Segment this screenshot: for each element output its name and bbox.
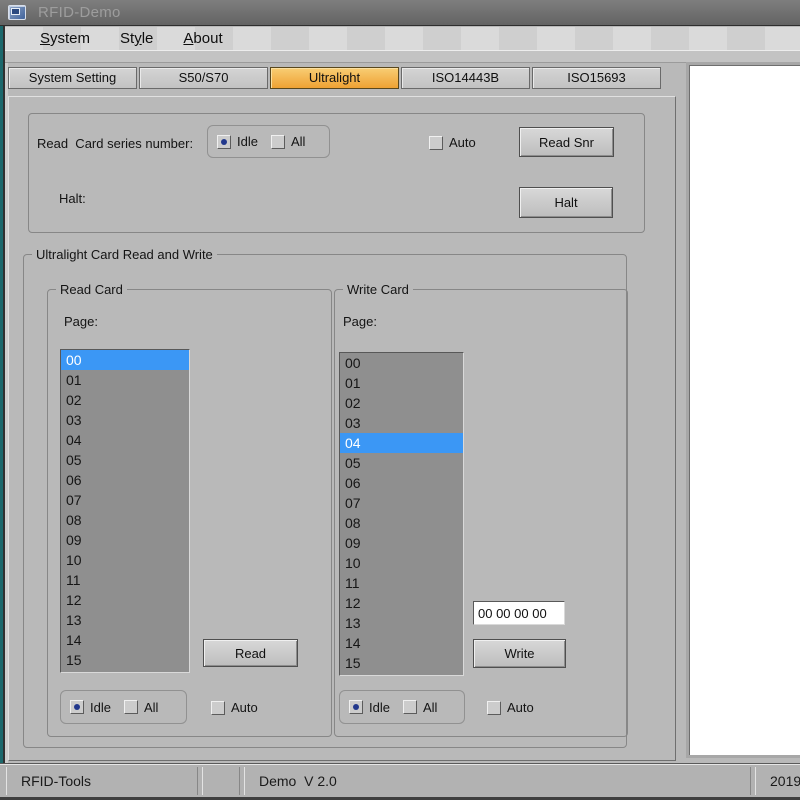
tab-iso15693[interactable]: ISO15693 bbox=[532, 67, 661, 89]
page-list-item[interactable]: 03 bbox=[61, 410, 189, 430]
read-idle-option[interactable]: Idle bbox=[70, 700, 111, 715]
page-list-item[interactable]: 08 bbox=[340, 513, 463, 533]
status-bar: RFID-Tools Demo V 2.0 2019 bbox=[0, 765, 800, 797]
tab-row: System Setting S50/S70 Ultralight ISO144… bbox=[8, 67, 661, 89]
auto-checkbox[interactable] bbox=[487, 700, 501, 715]
tab-iso14443b[interactable]: ISO14443B bbox=[401, 67, 530, 89]
page-list-item[interactable]: 04 bbox=[340, 433, 463, 453]
ultralight-tab-page: Read Card series number: Idle All Auto R… bbox=[8, 96, 676, 761]
menu-system[interactable]: System bbox=[40, 30, 90, 47]
page-list-item[interactable]: 06 bbox=[340, 473, 463, 493]
status-version: Demo V 2.0 bbox=[244, 767, 751, 795]
page-list-item[interactable]: 13 bbox=[340, 613, 463, 633]
page-list-item[interactable]: 12 bbox=[61, 590, 189, 610]
read-card-groupbox: Read Card Page: 00 01 02 03 04 05 06 07 08 09 10 11… bbox=[47, 282, 332, 737]
snr-mode-radio-group: Idle All bbox=[207, 125, 330, 158]
status-spacer bbox=[202, 767, 240, 795]
page-list-item[interactable]: 01 bbox=[340, 373, 463, 393]
page-list-item[interactable]: 05 bbox=[340, 453, 463, 473]
page-list-item[interactable]: 14 bbox=[61, 630, 189, 650]
write-card-title: Write Card bbox=[343, 282, 413, 297]
page-list-item[interactable]: 06 bbox=[61, 470, 189, 490]
write-card-groupbox: Write Card Page: 00 01 02 03 04 05 06 07 08 09 10 1… bbox=[334, 282, 628, 737]
read-auto-option[interactable]: Auto bbox=[211, 700, 258, 715]
page-list-item[interactable]: 07 bbox=[340, 493, 463, 513]
halt-label: Halt: bbox=[59, 191, 86, 206]
write-page-label: Page: bbox=[343, 314, 377, 329]
read-snr-button[interactable]: Read Snr bbox=[519, 127, 614, 157]
ultralight-rw-title: Ultralight Card Read and Write bbox=[32, 247, 217, 262]
write-all-option[interactable]: All bbox=[402, 700, 437, 715]
menu-bar: System Style About bbox=[5, 27, 800, 50]
status-date: 2019 bbox=[755, 767, 800, 795]
status-app-name: RFID-Tools bbox=[6, 767, 198, 795]
auto-checkbox[interactable] bbox=[429, 135, 443, 150]
page-list-item[interactable]: 09 bbox=[61, 530, 189, 550]
write-auto-option[interactable]: Auto bbox=[487, 700, 534, 715]
page-list-item[interactable]: 11 bbox=[61, 570, 189, 590]
menu-style[interactable]: Style bbox=[120, 30, 153, 47]
page-list-item[interactable]: 07 bbox=[61, 490, 189, 510]
all-radio[interactable] bbox=[270, 134, 285, 149]
idle-radio[interactable] bbox=[70, 700, 84, 714]
page-list-item[interactable]: 05 bbox=[61, 450, 189, 470]
snr-auto-option[interactable]: Auto bbox=[429, 135, 476, 150]
halt-button[interactable]: Halt bbox=[519, 187, 613, 218]
tab-s50-s70[interactable]: S50/S70 bbox=[139, 67, 268, 89]
read-button[interactable]: Read bbox=[203, 639, 298, 667]
page-list-item[interactable]: 10 bbox=[340, 553, 463, 573]
write-page-list[interactable]: 00 01 02 03 04 05 06 07 08 09 10 11 12 13 14 15 bbox=[339, 352, 464, 676]
page-list-item[interactable]: 09 bbox=[340, 533, 463, 553]
auto-checkbox[interactable] bbox=[211, 700, 225, 715]
read-page-label: Page: bbox=[64, 314, 98, 329]
page-list-item[interactable]: 13 bbox=[61, 610, 189, 630]
page-list-item[interactable]: 00 bbox=[61, 350, 189, 370]
page-list-item[interactable]: 04 bbox=[61, 430, 189, 450]
ultralight-rw-groupbox: Ultralight Card Read and Write Read Card… bbox=[23, 247, 628, 748]
snr-all-option[interactable]: All bbox=[270, 134, 305, 149]
idle-radio[interactable] bbox=[349, 700, 363, 714]
snr-idle-option[interactable]: Idle bbox=[217, 134, 258, 149]
all-radio[interactable] bbox=[123, 700, 138, 714]
page-list-item[interactable]: 14 bbox=[340, 633, 463, 653]
read-page-list[interactable]: 00 01 02 03 04 05 06 07 08 09 10 11 12 13 14 15 bbox=[60, 349, 190, 673]
read-snr-label: Read Card series number: bbox=[37, 136, 194, 151]
page-list-item[interactable]: 03 bbox=[340, 413, 463, 433]
window-title: RFID-Demo bbox=[38, 4, 121, 21]
tab-ultralight[interactable]: Ultralight bbox=[270, 67, 399, 89]
page-list-item[interactable]: 02 bbox=[340, 393, 463, 413]
write-mode-radio-group: Idle All bbox=[339, 690, 465, 724]
read-mode-radio-group: Idle All bbox=[60, 690, 187, 724]
page-list-item[interactable]: 15 bbox=[340, 653, 463, 673]
tab-system-setting[interactable]: System Setting bbox=[8, 67, 137, 89]
read-all-option[interactable]: All bbox=[123, 700, 158, 715]
page-list-item[interactable]: 02 bbox=[61, 390, 189, 410]
page-list-item[interactable]: 15 bbox=[61, 650, 189, 670]
page-list-item[interactable]: 08 bbox=[61, 510, 189, 530]
page-list-item[interactable]: 00 bbox=[340, 353, 463, 373]
menu-about[interactable]: About bbox=[183, 30, 222, 47]
tool-strip bbox=[5, 50, 800, 63]
app-icon bbox=[8, 5, 26, 20]
title-bar[interactable]: RFID-Demo bbox=[0, 0, 800, 26]
page-list-item[interactable]: 12 bbox=[340, 593, 463, 613]
page-list-item[interactable]: 10 bbox=[61, 550, 189, 570]
read-card-title: Read Card bbox=[56, 282, 127, 297]
all-radio[interactable] bbox=[402, 700, 417, 714]
page-list-item[interactable]: 11 bbox=[340, 573, 463, 593]
page-list-item[interactable]: 01 bbox=[61, 370, 189, 390]
idle-radio[interactable] bbox=[217, 134, 231, 149]
snr-groupbox: Read Card series number: Idle All Auto R… bbox=[28, 113, 645, 233]
write-idle-option[interactable]: Idle bbox=[349, 700, 390, 715]
app-window: RFID-Demo System Style About System Sett… bbox=[0, 0, 800, 800]
write-data-input[interactable]: 00 00 00 00 bbox=[473, 601, 565, 625]
output-log-panel[interactable] bbox=[686, 62, 800, 758]
write-button[interactable]: Write bbox=[473, 639, 566, 668]
